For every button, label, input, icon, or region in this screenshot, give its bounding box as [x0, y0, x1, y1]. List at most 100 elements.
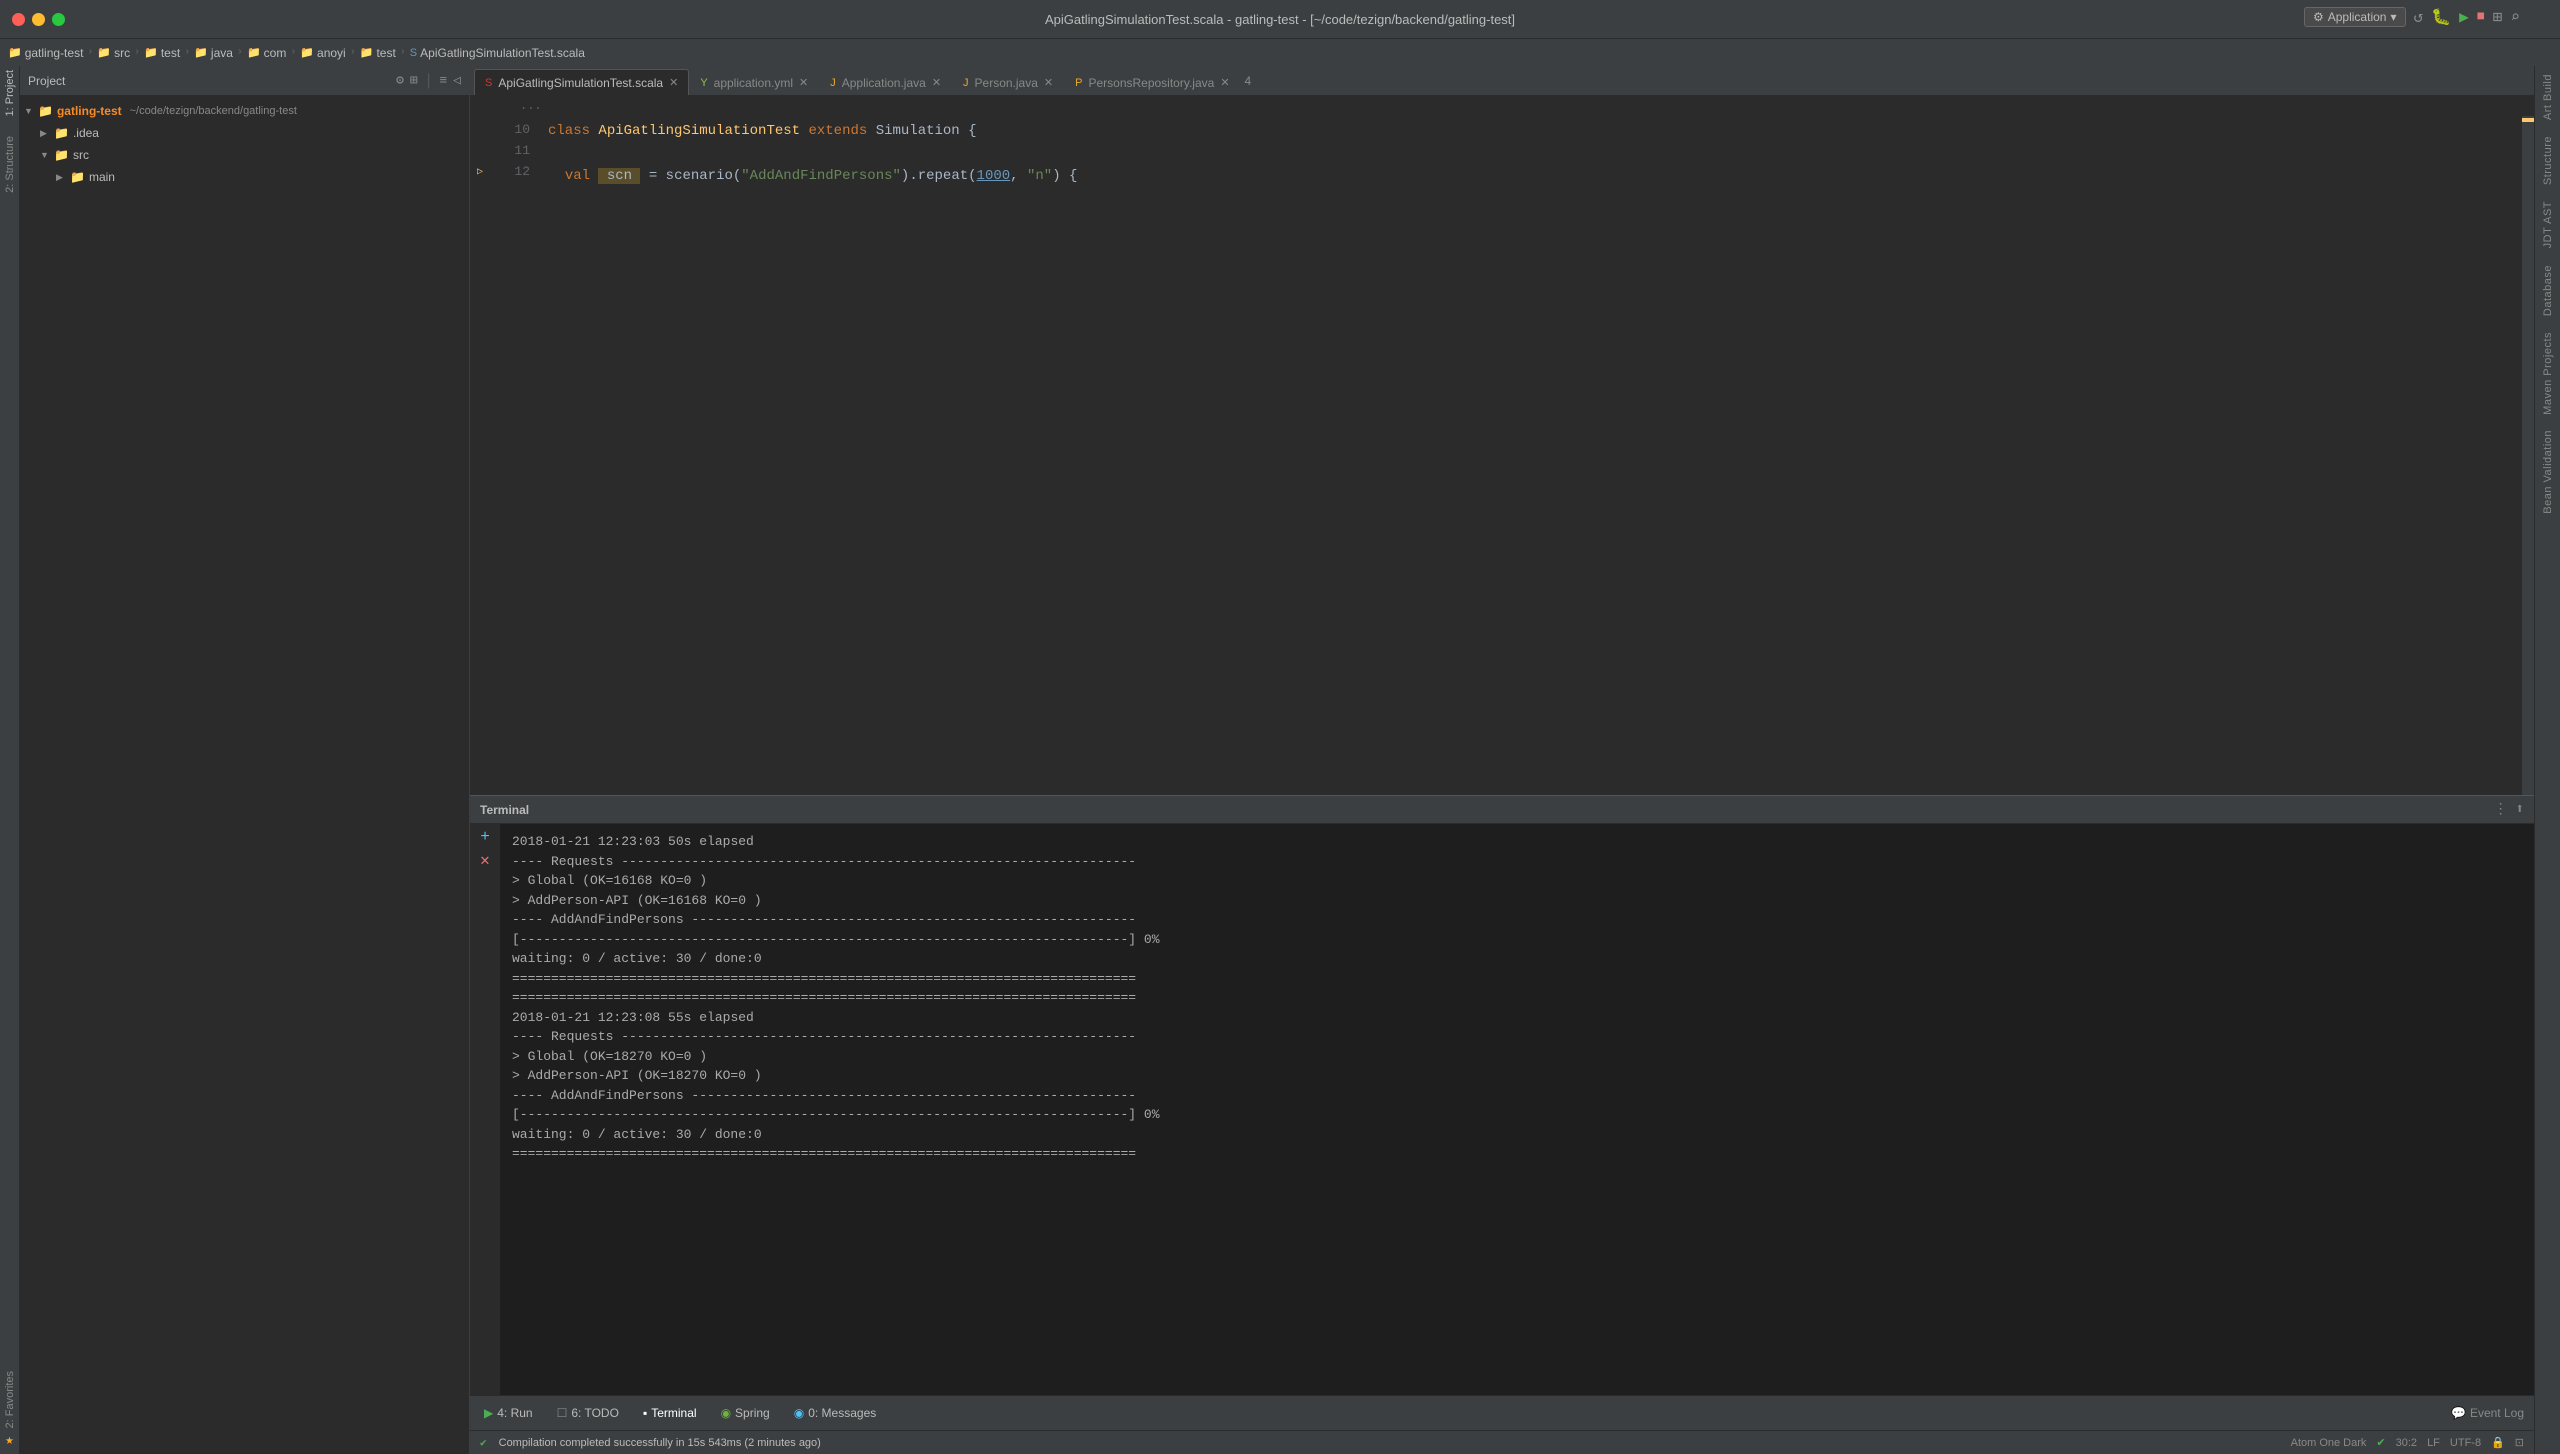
layout-icon[interactable]: ⊞ [410, 73, 418, 88]
bug-icon[interactable]: 🐛 [2431, 7, 2451, 27]
run-tab-icon: ▶ [484, 1406, 493, 1420]
breadcrumb-item[interactable]: 📁 com [247, 46, 286, 60]
event-log-button[interactable]: 💬 Event Log [2451, 1406, 2524, 1420]
terminal-global-1: > Global (OK=16168 KO=0 ) [512, 871, 2522, 891]
collapse-icon[interactable]: ≡ [439, 73, 447, 88]
terminal-separator-1: ========================================… [512, 969, 2522, 989]
tab-label: PersonsRepository.java [1088, 76, 1214, 90]
right-tab-bean-validation[interactable]: Bean Validation [2538, 422, 2558, 522]
tab-close-icon[interactable]: ✕ [932, 76, 941, 89]
todo-tab-icon: ☐ [557, 1406, 568, 1420]
separator: | [424, 72, 434, 90]
breadcrumb-item[interactable]: 📁 java [194, 46, 233, 60]
run-tab[interactable]: ▶ 4: Run [480, 1404, 537, 1422]
maximize-button[interactable] [52, 13, 65, 26]
right-tab-art-build[interactable]: Art Build [2538, 66, 2558, 128]
breadcrumb-item[interactable]: 📁 test [144, 46, 180, 60]
folder-icon: 📁 [54, 126, 69, 140]
application-button[interactable]: ⚙ Application ▾ [2304, 7, 2406, 27]
breadcrumb-item[interactable]: 📁 anoyi [300, 46, 345, 60]
project-icon[interactable]: 1: Project [0, 70, 20, 116]
right-tab-structure[interactable]: Structure [2538, 128, 2558, 193]
editor-area: S ApiGatlingSimulationTest.scala ✕ Y app… [470, 66, 2534, 1454]
terminal-tab-label: Terminal [651, 1406, 696, 1420]
tab-person-java[interactable]: J Person.java ✕ [952, 69, 1064, 95]
traffic-lights [12, 13, 65, 26]
main-layout: 1: Project 2: Structure 2: Favorites ★ P… [0, 66, 2560, 1454]
top-right-toolbar: ⚙ Application ▾ ↺ 🐛 ▶ ⏹ ⊞ ⌕ [2304, 7, 2520, 27]
breadcrumb-item[interactable]: S ApiGatlingSimulationTest.scala [410, 46, 585, 60]
search-icon[interactable]: ⌕ [2510, 7, 2520, 27]
grid-icon[interactable]: ⊞ [2493, 7, 2503, 27]
close-terminal-icon[interactable]: ✕ [480, 850, 490, 870]
tree-item-src[interactable]: ▼ 📁 src [20, 144, 469, 166]
terminal-tab[interactable]: ▪ Terminal [639, 1404, 701, 1422]
breadcrumb-item[interactable]: 📁 gatling-test [8, 46, 83, 60]
code-editor[interactable]: ... ▷ 10 11 12 class ApiGatlingSimul [470, 96, 2534, 795]
messages-tab[interactable]: ◉ 0: Messages [790, 1404, 881, 1422]
right-tab-database[interactable]: Database [2538, 257, 2558, 324]
tab-close-icon[interactable]: ✕ [1044, 76, 1053, 89]
tab-close-icon[interactable]: ✕ [1220, 76, 1229, 89]
add-terminal-icon[interactable]: + [480, 828, 490, 846]
refresh-icon[interactable]: ↺ [2414, 7, 2424, 27]
status-bar: ✔ Compilation completed successfully in … [470, 1430, 2534, 1454]
minimize-button[interactable] [32, 13, 45, 26]
terminal-progress-2: [---------------------------------------… [512, 1105, 2522, 1125]
encoding: UTF-8 [2450, 1437, 2481, 1449]
code-lines: ▷ 10 11 12 class ApiGatlingSimulationTes… [470, 116, 2534, 795]
line-number: 10 [490, 120, 530, 141]
right-tab-jdt-ast[interactable]: JDT AST [2538, 193, 2558, 256]
project-toolbar: Project ⚙ ⊞ | ≡ ◁ [20, 66, 469, 96]
breadcrumb-separator: › [237, 47, 243, 58]
window-title: ApiGatlingSimulationTest.scala - gatling… [1045, 12, 1515, 27]
terminal-requests-header-2: ---- Requests --------------------------… [512, 1027, 2522, 1047]
close-button[interactable] [12, 13, 25, 26]
terminal-block-2: ========================================… [512, 988, 2522, 1164]
code-content[interactable]: class ApiGatlingSimulationTest extends S… [540, 116, 2522, 795]
messages-tab-label: 0: Messages [808, 1406, 876, 1420]
overflow-tab-count[interactable]: 4 [1245, 74, 1252, 88]
favorites-icon[interactable]: 2: Favorites [0, 1371, 20, 1428]
run-icon[interactable]: ▶ [2459, 7, 2469, 27]
right-tab-maven[interactable]: Maven Projects [2538, 324, 2558, 423]
tab-close-icon[interactable]: ✕ [799, 76, 808, 89]
line-numbers: 10 11 12 [490, 116, 540, 795]
tab-label: Application.java [842, 76, 926, 90]
arrow-icon: ▷ [477, 166, 483, 178]
tab-scala-file[interactable]: S ApiGatlingSimulationTest.scala ✕ [474, 69, 689, 95]
terminal-expand-icon[interactable]: ⬆ [2516, 801, 2524, 818]
chevron-left-icon[interactable]: ◁ [453, 73, 461, 88]
event-log-icon: 💬 [2451, 1406, 2466, 1420]
tab-application-java[interactable]: J Application.java ✕ [819, 69, 952, 95]
stop-icon[interactable]: ⏹ [2477, 8, 2485, 26]
tree-item-idea[interactable]: ▶ 📁 .idea [20, 122, 469, 144]
run-tab-label: 4: Run [497, 1406, 532, 1420]
event-log-label: Event Log [2470, 1406, 2524, 1420]
terminal-block-1: 2018-01-21 12:23:03 50s elapsed ---- Req… [512, 832, 2522, 988]
gutter-empty [470, 116, 490, 138]
terminal-menu-icon[interactable]: ⋮ [2494, 801, 2508, 818]
scala-icon: S [485, 77, 492, 89]
tab-yml-file[interactable]: Y application.yml ✕ [689, 69, 819, 95]
bottom-toolbar: ▶ 4: Run ☐ 6: TODO ▪ Terminal ◉ Spring ◉… [470, 1395, 2534, 1430]
tab-personsrepo-java[interactable]: P PersonsRepository.java ✕ [1064, 69, 1240, 95]
todo-tab[interactable]: ☐ 6: TODO [553, 1404, 623, 1422]
settings-icon[interactable]: ⚙ [396, 73, 404, 88]
folder-icon: 📁 [70, 170, 85, 184]
spring-tab-icon: ◉ [721, 1406, 731, 1420]
tab-close-icon[interactable]: ✕ [669, 76, 678, 89]
structure-icon[interactable]: 2: Structure [0, 136, 20, 193]
folder-icon: 📁 [300, 46, 314, 59]
terminal-stats-1: waiting: 0 / active: 30 / done:0 [512, 949, 2522, 969]
spring-tab[interactable]: ◉ Spring [717, 1404, 774, 1422]
tree-root-item[interactable]: ▼ 📁 gatling-test ~/code/tezign/backend/g… [20, 100, 469, 122]
tree-item-main[interactable]: ▶ 📁 main [20, 166, 469, 188]
breadcrumb-item[interactable]: 📁 test [360, 46, 396, 60]
terminal-content[interactable]: 2018-01-21 12:23:03 50s elapsed ---- Req… [500, 824, 2534, 1395]
breadcrumb-label: test [161, 46, 180, 60]
breadcrumb-item[interactable]: 📁 src [97, 46, 130, 60]
breadcrumb-separator: › [184, 47, 190, 58]
breadcrumb-label: gatling-test [25, 46, 84, 60]
tab-label: ApiGatlingSimulationTest.scala [498, 76, 663, 90]
